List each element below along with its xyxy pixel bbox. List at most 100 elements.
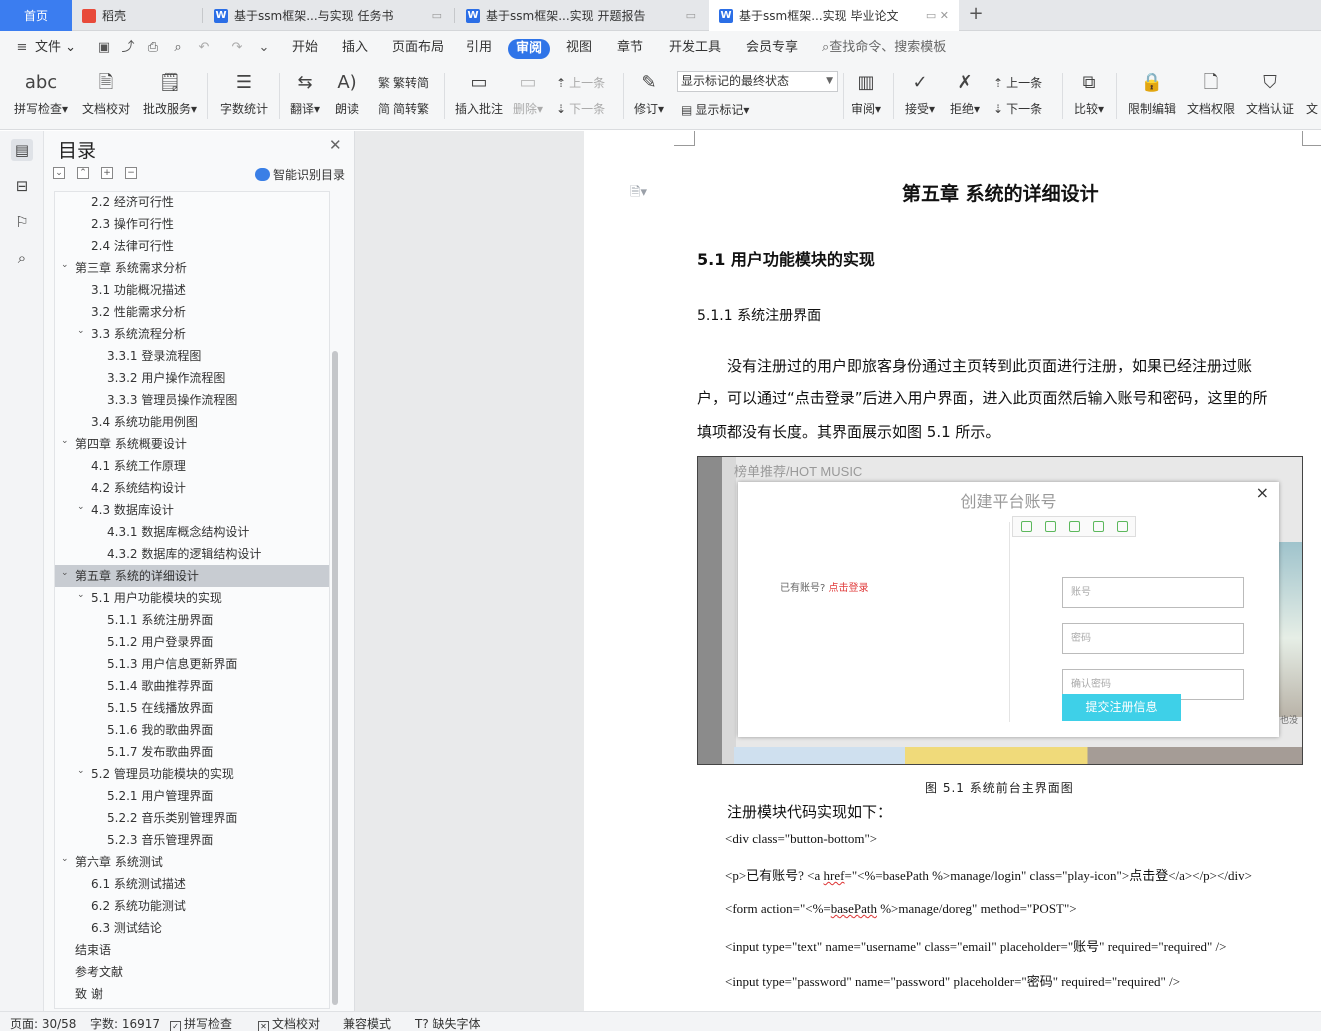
simp-to-trad-button[interactable]: 简简转繁 [378, 100, 429, 117]
toc-item[interactable]: 3.2 性能需求分析 [55, 301, 329, 323]
add-level-icon[interactable]: + [101, 167, 113, 179]
trad-to-simp-button[interactable]: 繁繁转简 [378, 74, 429, 91]
menu-reference[interactable]: 引用 [466, 31, 492, 65]
save-icon[interactable]: ▣ [96, 40, 112, 56]
chevron-down-icon[interactable]: ⌄ [77, 320, 87, 342]
correction-service-button[interactable]: 🗒 批改服务▾ [140, 70, 200, 117]
toc-item[interactable]: 4.3.1 数据库概念结构设计 [55, 521, 329, 543]
chevron-down-icon[interactable]: ⌄ [77, 760, 87, 782]
menu-home[interactable]: 开始 [292, 31, 318, 65]
next-change-button[interactable]: ⇣ 下一条 [993, 100, 1042, 117]
redo-icon[interactable]: ↷ [229, 40, 245, 56]
toc-item[interactable]: 4.3.2 数据库的逻辑结构设计 [55, 543, 329, 565]
remove-level-icon[interactable]: − [125, 167, 137, 179]
undo-icon[interactable]: ↶ [196, 40, 212, 56]
bookmark-icon[interactable]: ⚐ [11, 211, 33, 233]
next-comment-button[interactable]: ⇣ 下一条 [556, 100, 605, 117]
menu-member[interactable]: 会员专享 [746, 31, 798, 65]
status-missing-font[interactable]: T? 缺失字体 [415, 1015, 481, 1031]
toc-panel-icon[interactable]: ▤ [11, 139, 33, 161]
toc-item[interactable]: 3.4 系统功能用例图 [55, 411, 329, 433]
toc-item[interactable]: ⌄ 第六章 系统测试 [55, 851, 329, 873]
tab-home[interactable]: 首页 [0, 0, 72, 31]
read-aloud-button[interactable]: A) 朗读 [330, 70, 364, 117]
chevron-down-icon[interactable]: ⌄ [61, 254, 71, 276]
toc-item[interactable]: 4.2 系统结构设计 [55, 477, 329, 499]
doc-certify-button[interactable]: ⛉ 文档认证 [1243, 70, 1297, 117]
menu-file[interactable]: 文件 ⌄ [35, 31, 76, 65]
chevron-down-icon[interactable]: ⌄ [77, 496, 87, 518]
expand-all-icon[interactable]: ⌃ [77, 167, 89, 179]
insert-comment-button[interactable]: ▭ 插入批注 [452, 70, 506, 117]
toc-item[interactable]: 5.1.3 用户信息更新界面 [55, 653, 329, 675]
toc-item[interactable]: ⌄ 4.3 数据库设计 [55, 499, 329, 521]
toc-item[interactable]: 5.1.6 我的歌曲界面 [55, 719, 329, 741]
toc-item[interactable]: 4.1 系统工作原理 [55, 455, 329, 477]
accept-button[interactable]: ✓ 接受▾ [901, 70, 939, 117]
overflow-ribbon-button[interactable]: 文 [1303, 70, 1321, 117]
toc-item[interactable]: ⌄ 3.3 系统流程分析 [55, 323, 329, 345]
chevron-down-icon[interactable]: ⌄ [61, 430, 71, 452]
toc-item[interactable]: 3.3.3 管理员操作流程图 [55, 389, 329, 411]
menu-review[interactable]: 审阅 [508, 39, 551, 59]
show-markup-button[interactable]: ▤ 显示标记▾ [681, 101, 749, 118]
navigation-icon[interactable]: ⊟ [11, 175, 33, 197]
toc-scrollbar[interactable] [332, 351, 338, 1005]
toc-item[interactable]: 参考文献 [55, 961, 329, 983]
reject-button[interactable]: ✗ 拒绝▾ [946, 70, 984, 117]
command-search[interactable]: ⌕查找命令、搜索模板 [822, 31, 946, 65]
status-spell-check[interactable]: ✓ 拼写检查 [170, 1015, 232, 1031]
menu-view[interactable]: 视图 [566, 31, 592, 65]
toc-item[interactable]: 2.4 法律可行性 [55, 235, 329, 257]
toc-item[interactable]: 2.3 操作可行性 [55, 213, 329, 235]
doc-proof-button[interactable]: 🗎 文档校对 [80, 70, 132, 117]
toc-item[interactable]: 5.1.2 用户登录界面 [55, 631, 329, 653]
paragraph-menu-icon[interactable]: 🗎▾ [630, 183, 647, 205]
toc-item[interactable]: 3.1 功能概况描述 [55, 279, 329, 301]
toc-item[interactable]: ⌄ 第四章 系统概要设计 [55, 433, 329, 455]
menu-insert[interactable]: 插入 [342, 31, 368, 65]
word-count-indicator[interactable]: 字数: 16917 [90, 1015, 160, 1031]
toc-item[interactable]: ⌄ 第三章 系统需求分析 [55, 257, 329, 279]
toc-item[interactable]: ⌄ 5.2 管理员功能模块的实现 [55, 763, 329, 785]
tab-docer[interactable]: 稻壳 [72, 0, 202, 31]
prev-change-button[interactable]: ⇡ 上一条 [993, 74, 1042, 91]
word-count-button[interactable]: ☰ 字数统计 [216, 70, 272, 117]
chevron-down-icon[interactable]: ⌄ [61, 848, 71, 870]
translate-button[interactable]: ⇆ 翻译▾ [286, 70, 324, 117]
new-tab-plus-icon[interactable]: + [964, 3, 988, 24]
chevron-down-icon[interactable]: ⌄ [61, 562, 71, 584]
toc-item[interactable]: ⌄ 5.1 用户功能模块的实现 [55, 587, 329, 609]
restrict-edit-button[interactable]: 🔒 限制编辑 [1124, 70, 1180, 117]
toc-item[interactable]: 5.2.2 音乐类别管理界面 [55, 807, 329, 829]
collapse-all-icon[interactable]: ⌄ [53, 167, 65, 179]
smart-toc-button[interactable]: 智能识别目录 [255, 166, 345, 183]
delete-comment-button[interactable]: ▭ 删除▾ [510, 70, 546, 117]
toc-item[interactable]: 致 谢 [55, 983, 329, 1005]
toc-item[interactable]: 5.1.4 歌曲推荐界面 [55, 675, 329, 697]
toc-item[interactable]: 6.2 系统功能测试 [55, 895, 329, 917]
toc-item[interactable]: 6.3 测试结论 [55, 917, 329, 939]
compare-button[interactable]: ⧉ 比较▾ [1069, 70, 1109, 117]
toc-item[interactable]: 2.2 经济可行性 [55, 192, 329, 213]
menu-chapter[interactable]: 章节 [617, 31, 643, 65]
tab-thesis[interactable]: W 基于ssm框架...实现 毕业论文 ▭ ✕ [709, 0, 959, 31]
toc-item[interactable]: 3.3.1 登录流程图 [55, 345, 329, 367]
close-icon[interactable]: ✕ [329, 136, 342, 154]
toc-item[interactable]: 5.2.3 音乐管理界面 [55, 829, 329, 851]
chevron-down-icon[interactable]: ⌄ [77, 584, 87, 606]
customize-icon[interactable]: ⌄ [256, 40, 272, 56]
menu-developer[interactable]: 开发工具 [669, 31, 721, 65]
tab-task-book[interactable]: W 基于ssm框架...与实现 任务书 ▭ [204, 0, 452, 31]
toc-item[interactable]: 5.1.1 系统注册界面 [55, 609, 329, 631]
markup-state-select[interactable]: 显示标记的最终状态 ▼ [677, 71, 838, 92]
print-icon[interactable]: ⎙ [145, 40, 161, 56]
toc-item[interactable]: 5.2.1 用户管理界面 [55, 785, 329, 807]
review-pane-button[interactable]: ▥ 审阅▾ [848, 70, 884, 117]
doc-permission-button[interactable]: 🗋 文档权限 [1184, 70, 1238, 117]
toc-item[interactable]: ⌄ 第五章 系统的详细设计 [55, 565, 329, 587]
tab-close-icon[interactable]: ▭ [686, 9, 696, 22]
track-changes-button[interactable]: ✎ 修订▾ [631, 70, 667, 117]
toc-item[interactable]: 5.1.5 在线播放界面 [55, 697, 329, 719]
toc-item[interactable]: 结束语 [55, 939, 329, 961]
